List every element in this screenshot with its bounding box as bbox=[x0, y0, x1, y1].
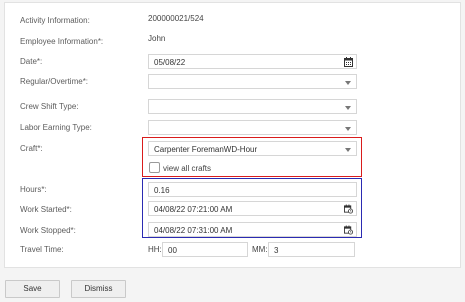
chevron-down-icon bbox=[345, 106, 351, 110]
travel-hh-label: HH: bbox=[148, 245, 162, 254]
labor-earning-type-label: Labor Earning Type: bbox=[20, 123, 92, 132]
chevron-down-icon bbox=[345, 81, 351, 85]
date-label: Date*: bbox=[20, 57, 43, 66]
craft-highlight-box bbox=[142, 137, 362, 177]
activity-info-value: 200000021/524 bbox=[148, 14, 204, 23]
travel-mm-input[interactable]: 3 bbox=[268, 242, 355, 257]
travel-time-label: Travel Time: bbox=[20, 245, 64, 254]
date-field[interactable]: 05/08/22 bbox=[148, 54, 357, 69]
date-value: 05/08/22 bbox=[154, 58, 186, 67]
hours-label: Hours*: bbox=[20, 185, 47, 194]
chevron-down-icon bbox=[345, 127, 351, 131]
regular-overtime-select[interactable] bbox=[148, 74, 357, 89]
labor-earning-type-select[interactable] bbox=[148, 120, 357, 135]
work-stopped-label: Work Stopped*: bbox=[20, 226, 76, 235]
work-started-label: Work Started*: bbox=[20, 205, 72, 214]
save-button[interactable]: Save bbox=[5, 280, 60, 298]
craft-label: Craft*: bbox=[20, 144, 43, 153]
travel-hh-input[interactable]: 00 bbox=[162, 242, 248, 257]
activity-info-label: Activity Information: bbox=[20, 16, 90, 25]
calendar-icon[interactable] bbox=[344, 57, 353, 67]
employee-info-value: John bbox=[148, 34, 166, 43]
time-highlight-box bbox=[142, 178, 362, 238]
dismiss-button[interactable]: Dismiss bbox=[71, 280, 126, 298]
crew-shift-type-label: Crew Shift Type: bbox=[20, 102, 79, 111]
regular-overtime-label: Regular/Overtime*: bbox=[20, 77, 89, 86]
crew-shift-type-select[interactable] bbox=[148, 99, 357, 114]
employee-info-label: Employee Information*: bbox=[20, 37, 104, 46]
travel-mm-label: MM: bbox=[252, 245, 268, 254]
